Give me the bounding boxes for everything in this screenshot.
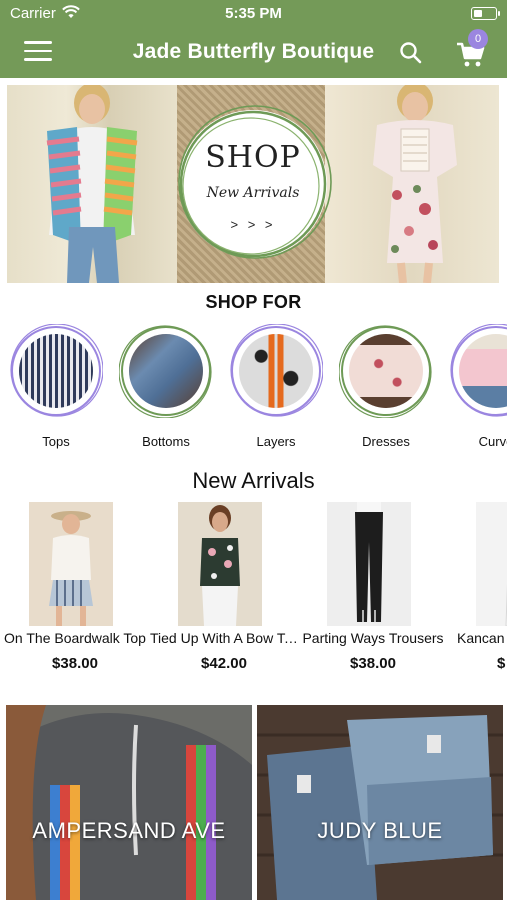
hero-subtitle: New Arrivals bbox=[206, 185, 300, 201]
category-layers[interactable]: Layers bbox=[221, 320, 331, 460]
brand-label: AMPERSAND AVE bbox=[32, 818, 226, 843]
new-arrivals-heading: New Arrivals bbox=[192, 468, 315, 493]
battery-icon bbox=[471, 7, 500, 20]
hero-arrows: > > > bbox=[230, 217, 276, 232]
product-name: On The Boardwalk Top bbox=[4, 630, 146, 646]
product-image bbox=[327, 502, 411, 626]
product-name: Tied Up With A Bow Top bbox=[150, 630, 298, 646]
category-dresses[interactable]: Dresses bbox=[331, 320, 441, 460]
category-layers-image bbox=[239, 334, 313, 408]
product-card[interactable]: Kancan $ bbox=[448, 500, 507, 680]
category-tops[interactable]: Tops bbox=[1, 320, 111, 460]
product-card[interactable]: On The Boardwalk Top $38.00 bbox=[1, 500, 149, 680]
brand-tile-judy-blue[interactable]: JUDY BLUE bbox=[257, 705, 503, 900]
hero-shop-heading: SHOP bbox=[205, 140, 301, 175]
hero-model-right bbox=[325, 85, 499, 283]
product-price: $38.00 bbox=[52, 655, 98, 672]
status-time: 5:35 PM bbox=[225, 5, 282, 22]
brand-tile-ampersand-ave[interactable]: AMPERSAND AVE bbox=[6, 705, 252, 900]
brand-label: JUDY BLUE bbox=[317, 818, 443, 843]
category-carousel[interactable]: Tops Bottoms Layers Dresses Curve bbox=[0, 320, 507, 460]
category-tops-image bbox=[19, 334, 93, 408]
category-dresses-image bbox=[349, 334, 423, 408]
category-label: Curve bbox=[478, 434, 507, 449]
category-label: Bottoms bbox=[142, 434, 190, 449]
shop-for-heading: SHOP FOR bbox=[205, 292, 302, 312]
app-title: Jade Butterfly Boutique bbox=[132, 40, 375, 63]
product-image bbox=[178, 502, 262, 626]
product-price: $42.00 bbox=[201, 655, 247, 672]
hero-banner-shop-new-arrivals[interactable]: SHOP New Arrivals > > > bbox=[7, 85, 499, 283]
product-name: Parting Ways Trousers bbox=[302, 630, 444, 646]
product-price: $38.00 bbox=[350, 655, 396, 672]
product-image bbox=[476, 502, 507, 626]
product-name: Kancan bbox=[457, 630, 505, 646]
category-label: Dresses bbox=[362, 434, 410, 449]
hero-circle-frame bbox=[178, 105, 332, 259]
product-image bbox=[29, 502, 113, 626]
product-price: $ bbox=[497, 655, 506, 672]
product-card[interactable]: Parting Ways Trousers $38.00 bbox=[299, 500, 447, 680]
product-card[interactable]: Tied Up With A Bow Top $42.00 bbox=[150, 500, 298, 680]
hero-model-left bbox=[7, 85, 177, 283]
search-icon[interactable] bbox=[398, 40, 424, 66]
category-bottoms-image bbox=[129, 334, 203, 408]
category-curve[interactable]: Curve bbox=[441, 320, 507, 460]
brand-ampersand-image bbox=[6, 705, 252, 900]
cart-count-badge: 0 bbox=[468, 29, 488, 49]
category-bottoms[interactable]: Bottoms bbox=[111, 320, 221, 460]
nav-bar: Jade Butterfly Boutique 0 bbox=[0, 28, 507, 78]
status-bar: Carrier 5:35 PM bbox=[0, 0, 507, 28]
category-label: Layers bbox=[256, 434, 296, 449]
product-carousel[interactable]: On The Boardwalk Top $38.00 Tied Up With… bbox=[0, 500, 507, 680]
category-label: Tops bbox=[42, 434, 70, 449]
brand-judy-image bbox=[257, 705, 503, 900]
